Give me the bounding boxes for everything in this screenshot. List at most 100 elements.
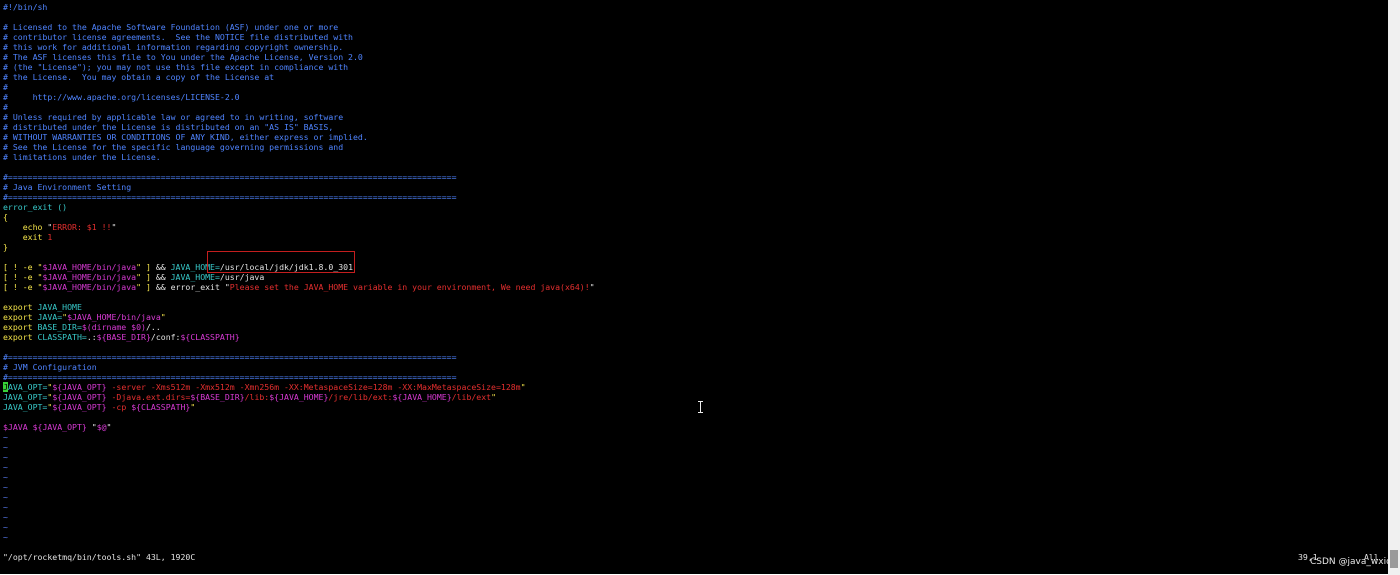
- editor-line[interactable]: [ ! -e "$JAVA_HOME/bin/java" ] && JAVA_H…: [3, 272, 595, 282]
- code-token: # the License. You may obtain a copy of …: [3, 72, 275, 82]
- editor-line[interactable]: export CLASSPATH=.:${BASE_DIR}/conf:${CL…: [3, 332, 595, 342]
- code-token: ~: [3, 452, 8, 462]
- editor-line[interactable]: # Licensed to the Apache Software Founda…: [3, 22, 595, 32]
- editor-line[interactable]: {: [3, 212, 595, 222]
- code-token: 1: [47, 232, 53, 242]
- editor-line[interactable]: #=======================================…: [3, 192, 595, 202]
- code-token: # JVM Configuration: [3, 362, 97, 372]
- editor-line[interactable]: # Unless required by applicable law or a…: [3, 112, 595, 122]
- editor-line[interactable]: # The ASF licenses this file to You unde…: [3, 52, 595, 62]
- editor-line[interactable]: ~: [3, 472, 595, 482]
- editor-line[interactable]: ~: [3, 462, 595, 472]
- code-token: && error_exit ": [155, 282, 230, 292]
- editor-line[interactable]: ~: [3, 452, 595, 462]
- editor-line[interactable]: ~: [3, 522, 595, 532]
- code-token: ~: [3, 532, 8, 542]
- code-token: # Licensed to the Apache Software Founda…: [3, 22, 339, 32]
- code-token: ${BASE_DIR}: [96, 332, 151, 342]
- editor-line[interactable]: #: [3, 82, 595, 92]
- code-token: /conf:: [150, 332, 181, 342]
- editor-line[interactable]: #: [3, 102, 595, 112]
- code-token: [ ! -e ": [3, 272, 43, 282]
- editor-line[interactable]: error_exit (): [3, 202, 595, 212]
- editor-line[interactable]: # distributed under the License is distr…: [3, 122, 595, 132]
- editor-line[interactable]: [3, 12, 595, 22]
- editor-line[interactable]: # Java Environment Setting: [3, 182, 595, 192]
- editor-line[interactable]: # See the License for the specific langu…: [3, 142, 595, 152]
- code-token: $JAVA_HOME/bin/java: [42, 272, 137, 282]
- code-token: -Djava.ext.dirs=: [106, 392, 191, 402]
- code-token: # The ASF licenses this file to You unde…: [3, 52, 363, 62]
- editor-line[interactable]: # this work for additional information r…: [3, 42, 595, 52]
- editor-line[interactable]: # (the "License"); you may not use this …: [3, 62, 595, 72]
- code-token: ~: [3, 512, 8, 522]
- code-token: $(dirname $0): [81, 322, 146, 332]
- editor-line[interactable]: # the License. You may obtain a copy of …: [3, 72, 595, 82]
- code-token: export: [3, 322, 33, 332]
- editor-line[interactable]: #!/bin/sh: [3, 2, 595, 12]
- editor-line[interactable]: #=======================================…: [3, 172, 595, 182]
- editor-line[interactable]: # contributor license agreements. See th…: [3, 32, 595, 42]
- editor-line[interactable]: export JAVA="$JAVA_HOME/bin/java": [3, 312, 595, 322]
- editor-line[interactable]: exit 1: [3, 232, 595, 242]
- editor-line[interactable]: ~: [3, 532, 595, 542]
- code-token: BASE_DIR=: [32, 322, 82, 332]
- code-token: #: [3, 102, 8, 112]
- editor-line[interactable]: JAVA_OPT="${JAVA_OPT} -cp ${CLASSPATH}": [3, 402, 595, 412]
- code-token: # this work for additional information r…: [3, 42, 344, 52]
- editor-line[interactable]: ~: [3, 492, 595, 502]
- editor-line[interactable]: #=======================================…: [3, 372, 595, 382]
- code-token: exit: [22, 232, 43, 242]
- code-token: #=======================================…: [3, 192, 457, 202]
- editor-line[interactable]: ~: [3, 482, 595, 492]
- editor-line[interactable]: [3, 292, 595, 302]
- code-token: " ]: [136, 282, 156, 292]
- editor-line[interactable]: ~: [3, 512, 595, 522]
- code-token: ": [160, 312, 166, 322]
- editor-line[interactable]: [3, 162, 595, 172]
- code-token: /lib:: [244, 392, 270, 402]
- code-token: ~: [3, 472, 8, 482]
- code-token: CLASSPATH=: [32, 332, 87, 342]
- code-token: ~: [3, 462, 8, 472]
- code-token: JAVA=: [32, 312, 63, 322]
- editor-line[interactable]: $JAVA ${JAVA_OPT} "$@": [3, 422, 595, 432]
- code-token: " ]: [136, 262, 156, 272]
- editor-line[interactable]: #=======================================…: [3, 352, 595, 362]
- editor-line[interactable]: # JVM Configuration: [3, 362, 595, 372]
- code-token: # Java Environment Setting: [3, 182, 132, 192]
- highlight-annotation-box: [207, 251, 355, 273]
- editor-line[interactable]: echo "ERROR: $1 !!": [3, 222, 595, 232]
- editor-line[interactable]: [3, 412, 595, 422]
- code-token: echo: [22, 222, 43, 232]
- editor-line[interactable]: export JAVA_HOME: [3, 302, 595, 312]
- code-token: # Unless required by applicable law or a…: [3, 112, 344, 122]
- code-token: JAVA_HOME=: [170, 272, 220, 282]
- editor-line[interactable]: # limitations under the License.: [3, 152, 595, 162]
- terminal-window[interactable]: #!/bin/sh # Licensed to the Apache Softw…: [0, 0, 1388, 574]
- editor-line[interactable]: JAVA_OPT="${JAVA_OPT} -Djava.ext.dirs=${…: [3, 392, 595, 402]
- editor-line[interactable]: # WITHOUT WARRANTIES OR CONDITIONS OF AN…: [3, 132, 595, 142]
- code-token: # contributor license agreements. See th…: [3, 32, 353, 42]
- status-file-info: "/opt/rocketmq/bin/tools.sh" 43L, 1920C: [3, 552, 196, 562]
- editor-line[interactable]: export BASE_DIR=$(dirname $0)/..: [3, 322, 595, 332]
- code-token: # distributed under the License is distr…: [3, 122, 334, 132]
- code-token: ": [111, 222, 117, 232]
- editor-line[interactable]: [ ! -e "$JAVA_HOME/bin/java" ] && error_…: [3, 282, 595, 292]
- code-token: JAVA_HOME: [32, 302, 82, 312]
- vertical-scrollbar[interactable]: [1388, 0, 1400, 575]
- code-token: $JAVA: [3, 422, 28, 432]
- editor-line[interactable]: JAVA_OPT="${JAVA_OPT} -server -Xms512m -…: [3, 382, 595, 392]
- code-token: ~: [3, 502, 8, 512]
- editor-line[interactable]: # http://www.apache.org/licenses/LICENSE…: [3, 92, 595, 102]
- editor-line[interactable]: ~: [3, 502, 595, 512]
- editor-line[interactable]: [3, 342, 595, 352]
- scrollbar-thumb[interactable]: [1390, 550, 1398, 568]
- code-token: ${JAVA_HOME}: [269, 392, 329, 402]
- code-token: # http://www.apache.org/licenses/LICENSE…: [3, 92, 240, 102]
- editor-line[interactable]: ~: [3, 432, 595, 442]
- code-token: -server -Xms512m -Xmx512m -Xmn256m -XX:M…: [106, 382, 521, 392]
- code-token: [ ! -e ": [3, 282, 43, 292]
- editor-line[interactable]: ~: [3, 442, 595, 452]
- code-token: }: [3, 242, 8, 252]
